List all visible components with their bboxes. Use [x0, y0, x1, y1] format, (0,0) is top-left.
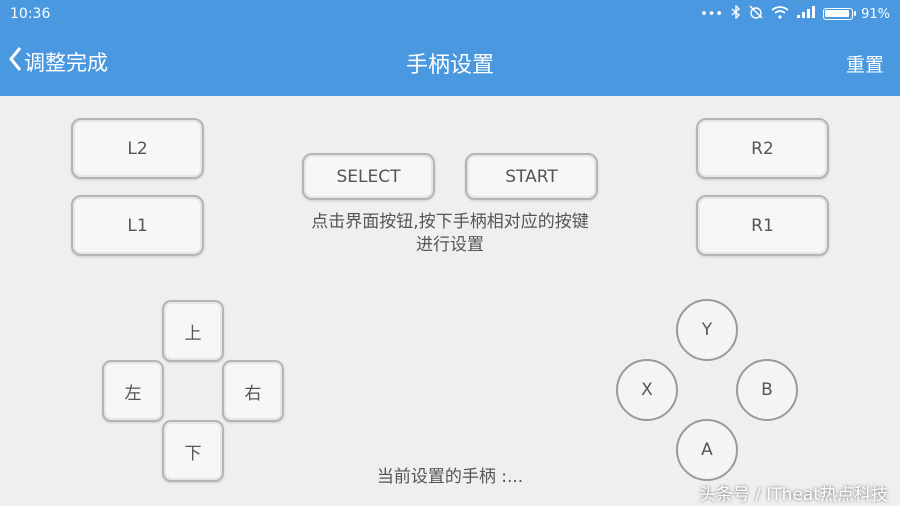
dpad-right-button[interactable]: 右: [222, 360, 284, 422]
app-bar: 调整完成 手柄设置 重置: [0, 30, 900, 96]
status-time: 10:36: [10, 6, 51, 22]
select-button[interactable]: SELECT: [302, 153, 435, 200]
signal-icon: [797, 6, 816, 22]
status-icons: ••• 91%: [700, 4, 890, 23]
instruction-line-2: 进行设置: [416, 235, 484, 255]
alarm-off-icon: [749, 5, 763, 23]
instruction-text: 点击界面按钮,按下手柄相对应的按键 进行设置: [250, 211, 650, 257]
page-title: 手柄设置: [405, 53, 494, 78]
l2-button[interactable]: L2: [71, 118, 204, 179]
b-button[interactable]: B: [736, 359, 798, 421]
r2-button[interactable]: R2: [696, 118, 829, 179]
status-bar: 10:36 ••• 91%: [0, 0, 900, 30]
battery-percent: 91%: [861, 6, 890, 22]
dpad-up-button[interactable]: 上: [162, 300, 224, 362]
instruction-line-1: 点击界面按钮,按下手柄相对应的按键: [311, 212, 589, 232]
y-button[interactable]: Y: [676, 299, 738, 361]
more-dots-icon: •••: [700, 6, 724, 22]
dpad-left-button[interactable]: 左: [102, 360, 164, 422]
start-button[interactable]: START: [465, 153, 598, 200]
watermark: 头条号 / ITheat热点科技: [698, 485, 888, 505]
reset-button[interactable]: 重置: [846, 50, 884, 77]
l1-button[interactable]: L1: [71, 195, 204, 256]
wifi-icon: [771, 5, 789, 23]
bluetooth-icon: [731, 4, 741, 23]
battery-icon: [823, 8, 857, 20]
x-button[interactable]: X: [616, 359, 678, 421]
r1-button[interactable]: R1: [696, 195, 829, 256]
